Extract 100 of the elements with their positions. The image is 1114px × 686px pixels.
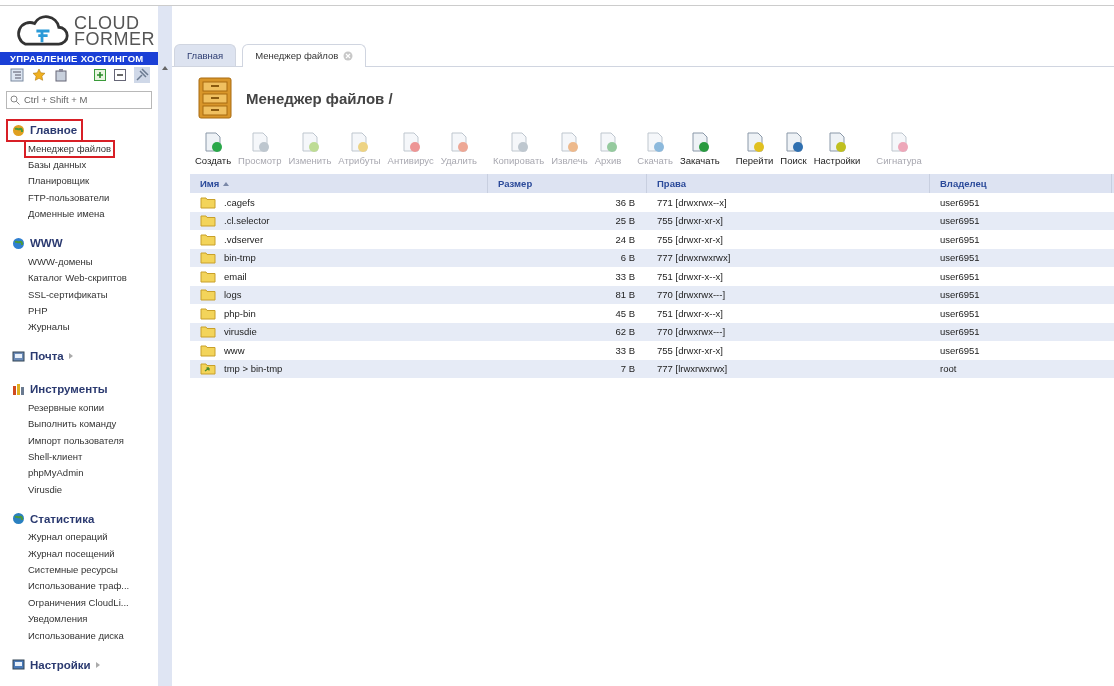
menu-item[interactable]: Каталог Web-скриптов	[24, 269, 131, 288]
table-cell: 25 B	[615, 215, 635, 227]
menu-group-heading[interactable]: Почта	[6, 344, 79, 368]
table-cell: .cl.selector	[224, 215, 270, 227]
tab[interactable]: Менеджер файлов	[242, 44, 367, 67]
menu-group-heading[interactable]: WWW	[6, 231, 69, 255]
menu-item[interactable]: Импорт пользователя	[24, 431, 128, 450]
table-cell: tmp > bin-tmp	[224, 363, 283, 375]
expand-arrow-icon	[95, 661, 100, 668]
document-icon	[202, 131, 225, 153]
scroll-up-icon[interactable]	[162, 66, 168, 70]
table-cell: 33 B	[615, 344, 635, 356]
logo-text: CLOUD	[74, 14, 140, 31]
table-cell: 755 [drwxr-xr-x]	[657, 215, 723, 227]
monitor-icon	[12, 658, 25, 671]
table-cell: 24 B	[615, 233, 635, 245]
table-cell: .cagefs	[224, 196, 255, 208]
expand-icon[interactable]	[94, 68, 106, 81]
table-cell: user6951	[940, 326, 980, 338]
expand-arrow-icon	[68, 353, 73, 360]
toolbar-button[interactable]: Закачать	[676, 131, 723, 166]
table-cell: user6951	[940, 252, 980, 264]
document-icon	[558, 131, 581, 153]
globe-icon	[12, 236, 25, 250]
table-cell: 33 B	[615, 270, 635, 282]
table-cell: bin-tmp	[224, 252, 256, 264]
document-icon	[644, 131, 667, 153]
table-cell: user6951	[940, 270, 980, 282]
toolbar-button[interactable]: Настройки	[810, 131, 864, 166]
table-cell: 770 [drwxrwx---]	[657, 289, 726, 301]
menu-item[interactable]: Доменные имена	[24, 205, 109, 224]
menu-item[interactable]: phpMyAdmin	[24, 464, 88, 483]
document-icon	[348, 131, 371, 153]
table-cell: 6 B	[620, 252, 635, 264]
tree-icon[interactable]	[10, 67, 24, 82]
menu-group-heading[interactable]: Статистика	[6, 507, 101, 531]
menu-item[interactable]: Virusdie	[24, 480, 67, 500]
menu-item[interactable]: Журнал посещений	[24, 544, 119, 563]
menu-item[interactable]: Планировщик	[24, 172, 94, 191]
table-cell: 771 [drwxrwx--x]	[657, 196, 727, 208]
menu-item[interactable]: Журнал операций	[24, 528, 112, 547]
menu-item[interactable]: Использование траф...	[24, 577, 134, 596]
table-cell: 755 [drwxr-xr-x]	[657, 233, 723, 245]
table-cell: email	[224, 270, 247, 282]
toolbar-button[interactable]: Создать	[192, 131, 235, 166]
menu-group-heading[interactable]: Настройки	[6, 653, 106, 676]
menu-item[interactable]: SSL-сертификаты	[24, 285, 112, 304]
menu-item[interactable]: Уведомления	[24, 610, 92, 629]
menu-item[interactable]: Ограничения CloudLi...	[24, 593, 133, 613]
menu-item[interactable]: FTP-пользователи	[24, 188, 114, 208]
menu-item[interactable]: Системные ресурсы	[24, 560, 122, 580]
table-cell: user6951	[940, 344, 980, 356]
menu-item[interactable]: Использование диска	[24, 626, 128, 645]
column-header[interactable]: Владелец	[930, 174, 1112, 193]
menu-group-heading[interactable]: Главное	[6, 118, 84, 142]
toolbar-button[interactable]: Поиск	[777, 131, 810, 166]
sort-arrow-icon	[223, 181, 230, 186]
column-header[interactable]: Имя	[190, 174, 488, 193]
column-header[interactable]: Размер	[488, 174, 647, 193]
table-cell: 751 [drwxr-x--x]	[657, 270, 723, 282]
menu-item[interactable]: Журналы	[24, 318, 74, 337]
table-cell: 62 B	[615, 326, 635, 338]
menu-item[interactable]: Базы данных	[24, 156, 91, 175]
globe-icon	[12, 123, 25, 137]
clipboard-icon[interactable]	[54, 67, 68, 82]
file-cabinet-icon	[196, 77, 234, 119]
document-icon	[888, 131, 911, 153]
logo-text: FORMER	[74, 30, 155, 47]
menu-item[interactable]: Резервные копии	[24, 398, 109, 418]
menu-item[interactable]: Shell-клиент	[24, 447, 87, 467]
table-cell: 36 B	[615, 196, 635, 208]
table-cell: virusdie	[224, 326, 257, 338]
table-cell: root	[940, 363, 957, 375]
column-header[interactable]: Права	[647, 174, 930, 193]
menu-item[interactable]: Выполнить команду	[24, 415, 121, 434]
table-cell: 751 [drwxr-x--x]	[657, 307, 723, 319]
table-cell: .vdserver	[224, 233, 264, 245]
table-cell: 770 [drwxrwx---]	[657, 326, 726, 338]
table-cell: 777 [drwxrwxrwx]	[657, 252, 731, 264]
star-icon[interactable]	[32, 67, 46, 82]
table-cell: user6951	[940, 307, 980, 319]
search-field[interactable]: Ctrl + Shift + M	[6, 90, 152, 109]
menu-item[interactable]: Менеджер файлов	[24, 139, 116, 159]
table-cell: 45 B	[615, 307, 635, 319]
menu-item[interactable]: WWW-домены	[24, 252, 97, 272]
menu-item[interactable]: PHP	[24, 301, 52, 321]
tab[interactable]: Главная	[174, 44, 237, 66]
toolbar-button[interactable]: Перейти	[732, 131, 777, 166]
table-cell: 755 [drwxr-xr-x]	[657, 344, 723, 356]
logo-banner: УПРАВЛЕНИЕ ХОСТИНГОМ	[0, 51, 158, 65]
table-cell: user6951	[940, 289, 980, 301]
table-cell: 7 B	[620, 363, 635, 375]
table-cell: user6951	[940, 215, 980, 227]
table-cell: user6951	[940, 196, 980, 208]
table-cell: logs	[224, 289, 242, 301]
menu-group-heading[interactable]: Инструменты	[6, 377, 114, 401]
table-cell: php-bin	[224, 307, 256, 319]
table-cell: www	[224, 344, 245, 356]
page-title: Менеджер файлов /	[246, 89, 393, 107]
collapse-icon[interactable]	[114, 68, 126, 81]
